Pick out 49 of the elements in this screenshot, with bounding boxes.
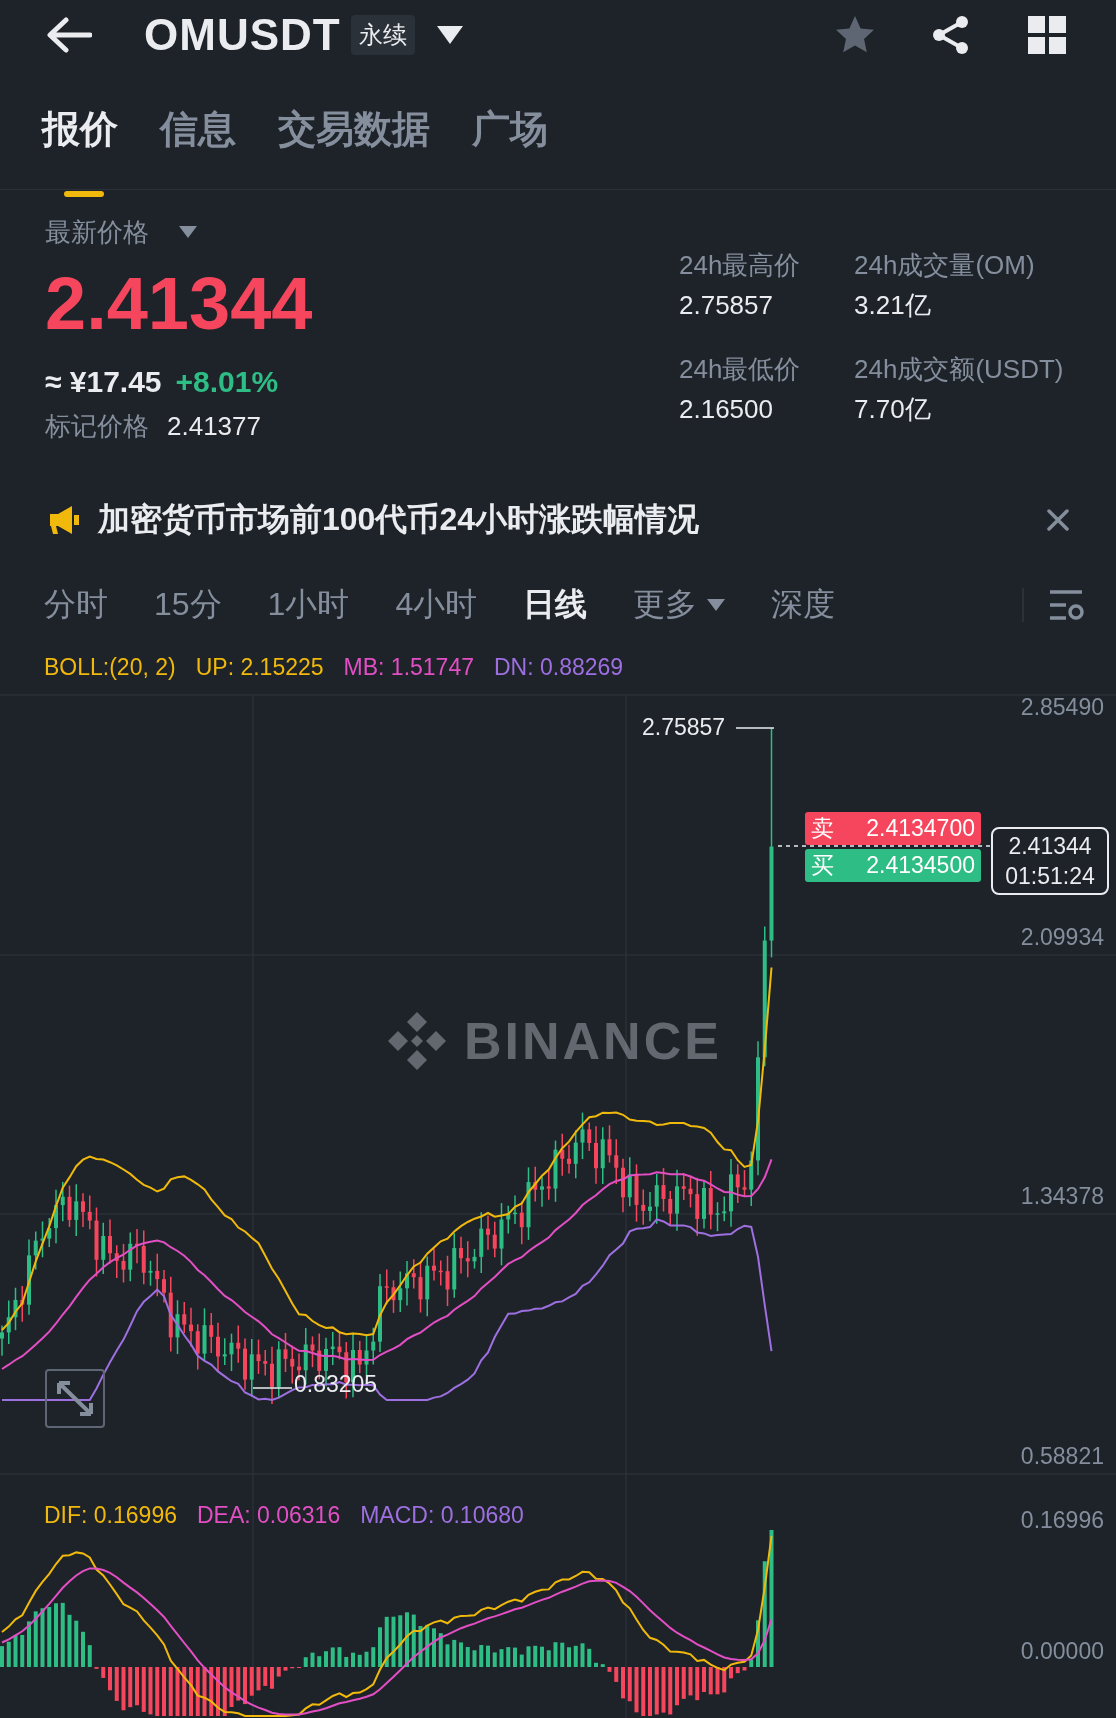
axis-label: 0.16996 (1020, 1506, 1104, 1534)
ask-price: 2.4134700 (866, 815, 975, 842)
legend-value: MB: 1.51747 (343, 654, 474, 681)
axis-label: 2.85490 (1020, 693, 1104, 721)
stat-label: 24h最高价 (679, 249, 802, 282)
tab[interactable]: 信息 (160, 94, 236, 165)
symbol-title: OMUSDT (144, 10, 341, 60)
mark-price-label: 标记价格 (45, 409, 149, 443)
current-price: 2.41344 (1008, 832, 1092, 861)
tab[interactable]: 报价 (42, 94, 118, 165)
watermark-text: BINANCE (464, 1011, 722, 1071)
interval-tab[interactable]: 15分 (154, 583, 222, 627)
interval-tab[interactable]: 4小时 (395, 583, 478, 627)
stat-value: 7.70亿 (854, 393, 932, 426)
axis-label: 1.34378 (1020, 1182, 1104, 1210)
price-change: +8.01% (175, 365, 279, 399)
interval-tab[interactable]: 1小时 (267, 583, 350, 627)
interval-tab[interactable]: 更多 (633, 583, 726, 627)
interval-tab[interactable]: 分时 (44, 583, 108, 627)
stat-label: 24h成交额(USDT) (854, 353, 1065, 386)
tab[interactable]: 交易数据 (278, 94, 430, 165)
stat-label: 24h最低价 (679, 353, 802, 386)
stat-value: 2.75857 (679, 289, 774, 322)
ask-label: 卖 (811, 814, 834, 843)
axis-label: 0.58821 (1020, 1442, 1104, 1470)
legend-value: DIF: 0.16996 (44, 1502, 177, 1529)
last-price: 2.41344 (45, 262, 313, 346)
price-label: 最新价格 (45, 215, 149, 249)
interval-tab[interactable]: 日线 (523, 583, 588, 627)
mark-price: 2.41377 (167, 410, 261, 442)
axis-label: 2.09934 (1020, 923, 1104, 951)
tab[interactable]: 广场 (472, 94, 548, 165)
stat-label: 24h成交量(OM) (854, 249, 1036, 282)
legend-value: MACD: 0.10680 (360, 1502, 524, 1529)
announcement-text[interactable]: 加密货币市场前100代币24小时涨跌幅情况 (98, 498, 699, 542)
bid-price: 2.4134500 (866, 852, 975, 879)
legend-value: UP: 2.15225 (195, 654, 324, 681)
interval-tab[interactable]: 深度 (771, 583, 836, 627)
high-price-label: 2.75857 (642, 714, 726, 741)
bid-label: 买 (811, 851, 834, 880)
axis-label: 0.00000 (1020, 1637, 1104, 1665)
legend-value: DEA: 0.06316 (196, 1502, 341, 1529)
stat-value: 2.16500 (679, 393, 774, 426)
countdown: 01:51:24 (1005, 862, 1095, 891)
cny-price: ≈ ¥17.45 (45, 365, 162, 399)
legend-value: DN: 0.88269 (494, 654, 624, 681)
stat-value: 3.21亿 (854, 289, 932, 322)
indicator-label: BOLL:(20, 2) (44, 654, 176, 681)
contract-badge: 永续 (350, 15, 415, 55)
